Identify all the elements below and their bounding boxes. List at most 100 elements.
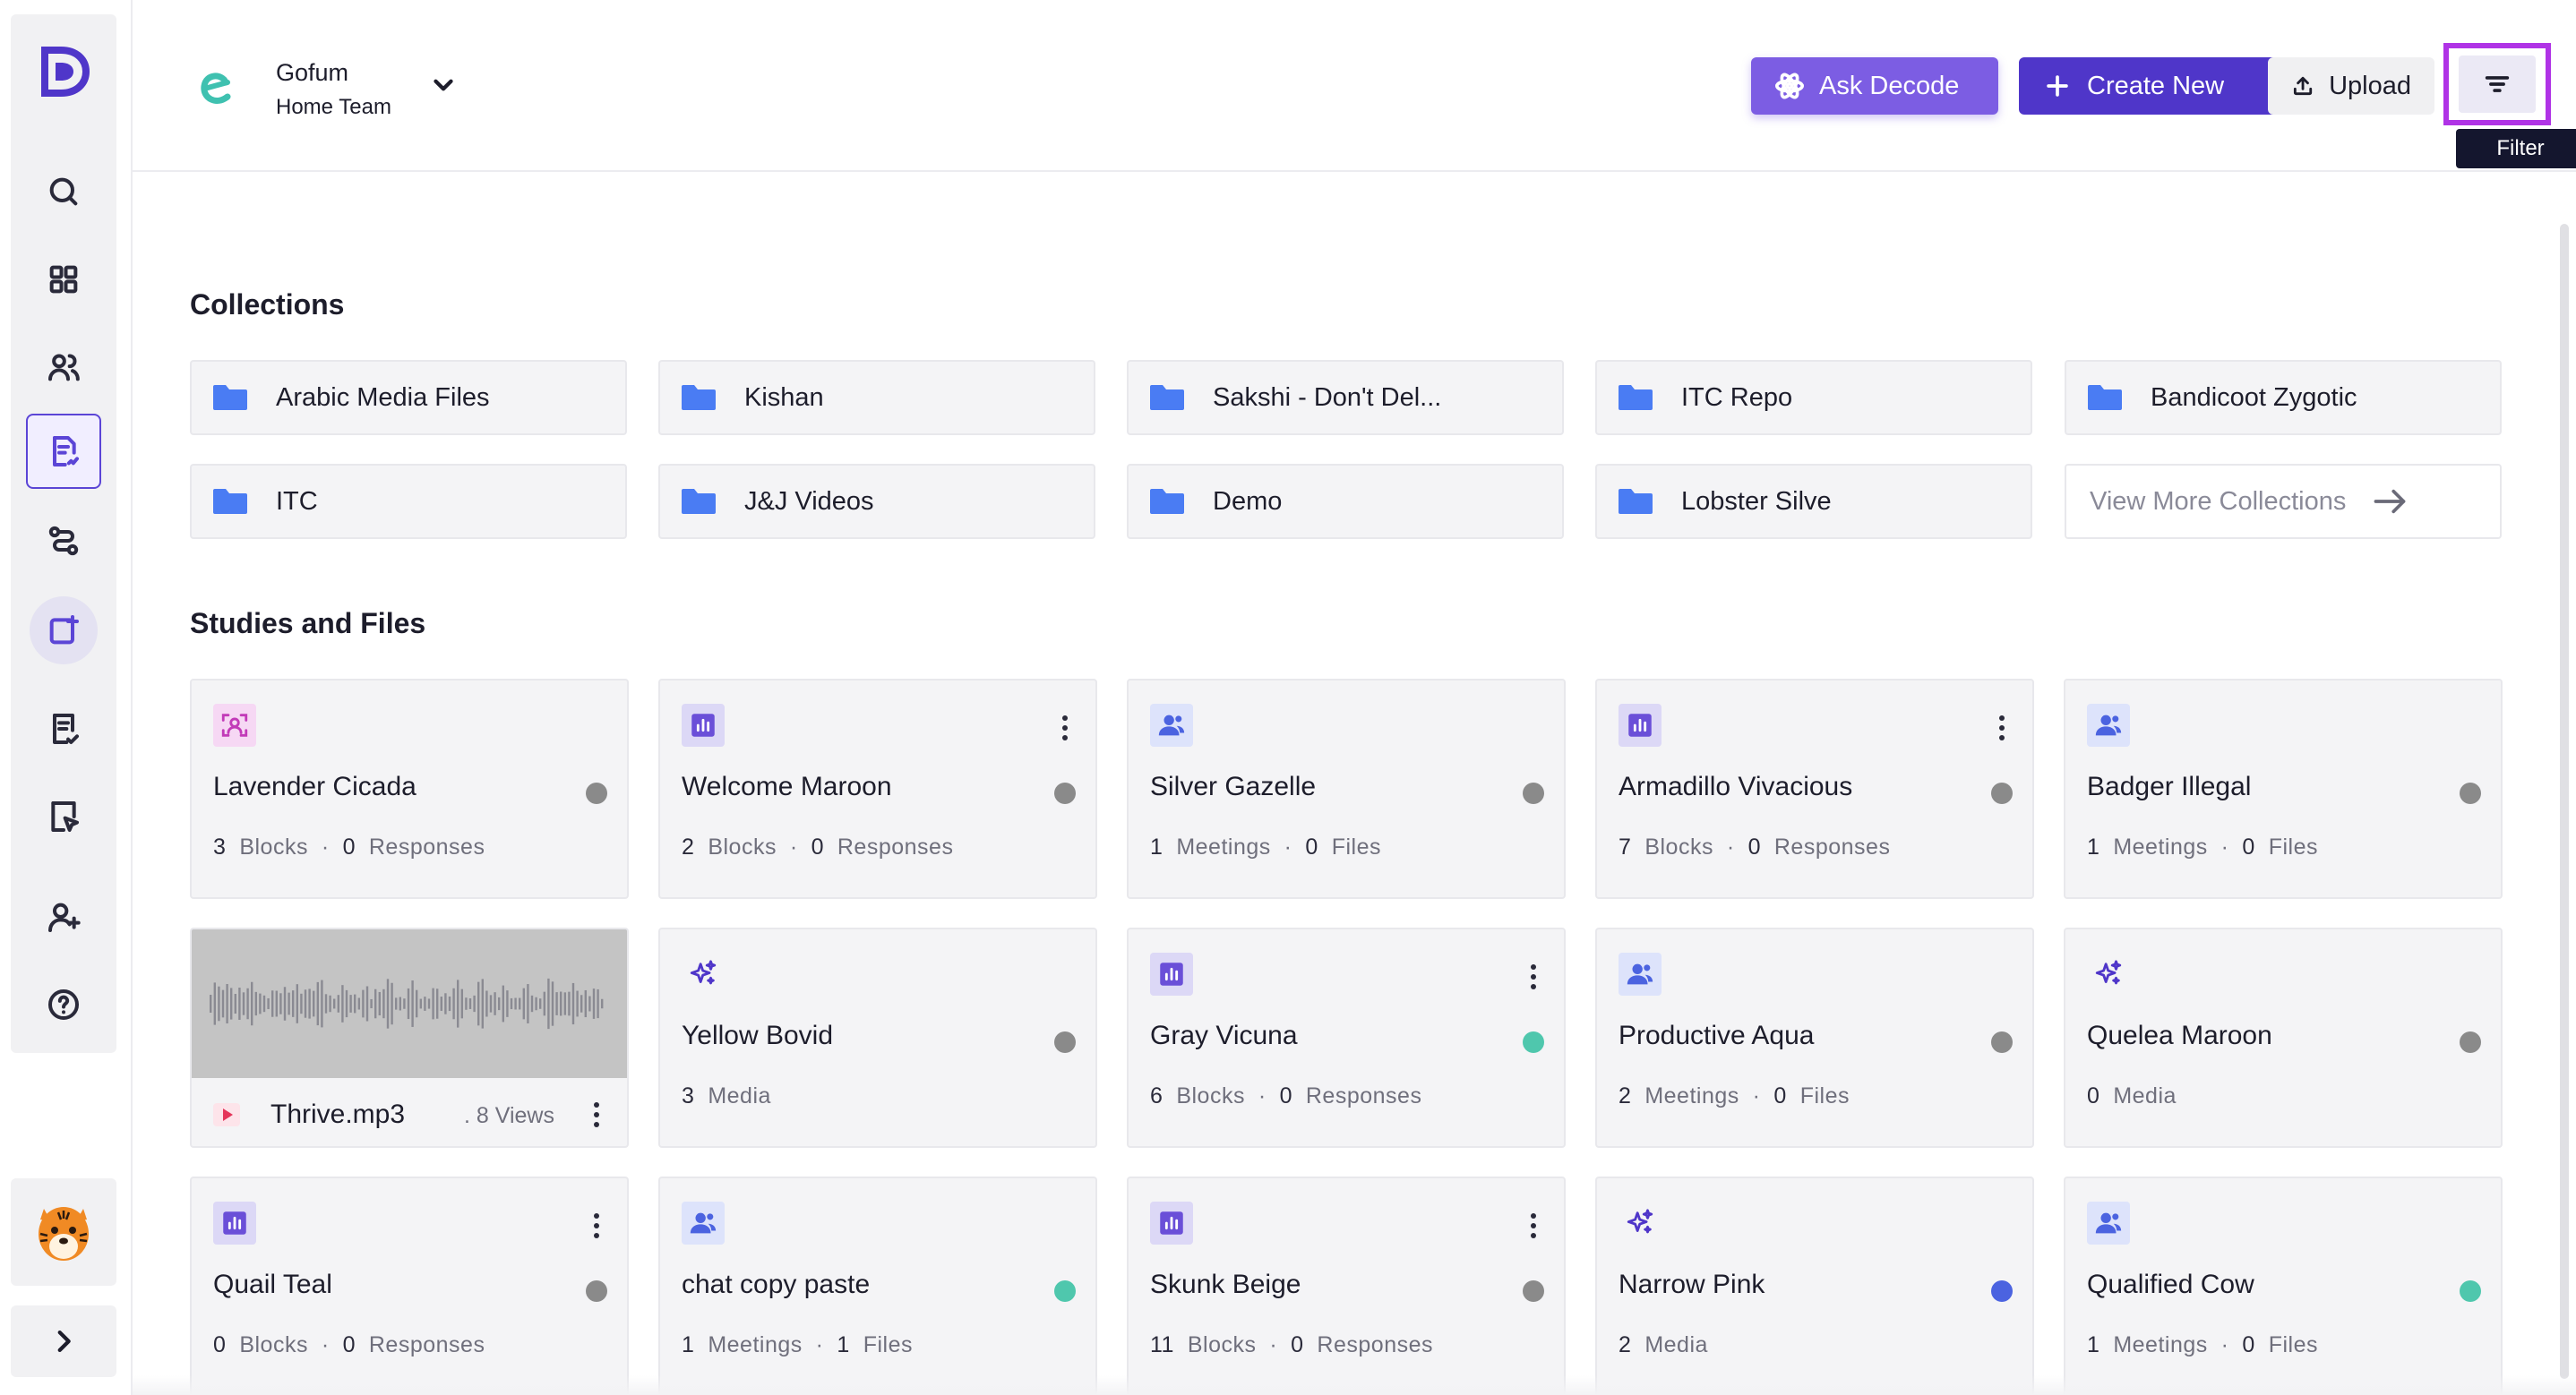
meeting-icon	[2087, 704, 2130, 747]
study-card[interactable]: Yellow Bovid 3 Media	[658, 928, 1097, 1148]
team-logo-icon	[201, 73, 231, 104]
status-dot	[1054, 1031, 1076, 1053]
study-card[interactable]: Silver Gazelle 1 Meetings · 0 Files	[1127, 679, 1566, 899]
survey-chart-icon	[1150, 1202, 1193, 1245]
ai-sparkle-icon	[682, 953, 725, 996]
nav-add-user-icon[interactable]	[26, 879, 101, 954]
nav-grid-icon[interactable]	[26, 242, 101, 317]
collection-label: ITC	[276, 486, 318, 516]
study-meta: 3 Media	[682, 1083, 771, 1108]
study-card[interactable]: Armadillo Vivacious 7 Blocks · 0 Response…	[1595, 679, 2034, 899]
folder-icon	[213, 385, 247, 410]
study-title: Silver Gazelle	[1150, 772, 1317, 801]
audio-waveform-thumbnail[interactable]	[192, 929, 627, 1078]
survey-chart-icon	[1619, 704, 1662, 747]
expand-sidebar-button[interactable]	[11, 1305, 116, 1377]
folder-icon	[682, 489, 716, 514]
team-subtitle[interactable]: Home Team	[276, 95, 391, 120]
collection-label: J&J Videos	[744, 486, 874, 516]
study-card[interactable]: Productive Aqua 2 Meetings · 0 Files	[1595, 928, 2034, 1148]
study-card[interactable]: Qualified Cow 1 Meetings · 0 Files	[2064, 1177, 2503, 1395]
status-dot	[1991, 783, 2013, 804]
meeting-icon	[2087, 1202, 2130, 1245]
more-options-icon[interactable]	[1530, 1212, 1537, 1239]
plus-icon	[2047, 75, 2068, 97]
study-card[interactable]: Lavender Cicada 3 Blocks · 0 Responses	[190, 679, 629, 899]
more-options-icon[interactable]	[1530, 963, 1537, 990]
media-views: . 8 Views	[464, 1103, 554, 1128]
interview-icon	[213, 704, 256, 747]
collection-item[interactable]: ITC	[190, 464, 627, 539]
collection-item[interactable]: J&J Videos	[658, 464, 1095, 539]
nav-search-icon[interactable]	[26, 154, 101, 229]
study-meta: 2 Meetings · 0 Files	[1619, 1083, 1850, 1108]
study-meta: 2 Blocks · 0 Responses	[682, 834, 954, 860]
collection-label: Demo	[1213, 486, 1283, 516]
status-dot	[1054, 783, 1076, 804]
study-meta: 0 Media	[2087, 1083, 2177, 1108]
more-options-icon[interactable]	[593, 1101, 600, 1128]
study-meta: 6 Blocks · 0 Responses	[1150, 1083, 1422, 1108]
upload-button[interactable]: Upload	[2268, 57, 2434, 115]
study-card[interactable]: Gray Vicuna 6 Blocks · 0 Responses	[1127, 928, 1566, 1148]
filter-button[interactable]	[2443, 43, 2551, 125]
sidebar	[11, 14, 116, 1053]
study-card[interactable]: Badger Illegal 1 Meetings · 0 Files	[2064, 679, 2503, 899]
more-options-icon[interactable]	[1061, 715, 1069, 741]
filter-tooltip: Filter	[2456, 129, 2576, 168]
study-meta: 0 Blocks · 0 Responses	[213, 1332, 485, 1357]
view-more-collections-link[interactable]: View More Collections	[2065, 464, 2502, 539]
study-card[interactable]: Quelea Maroon 0 Media	[2064, 928, 2503, 1148]
folder-icon	[1150, 385, 1184, 410]
nav-forms-icon[interactable]	[26, 779, 101, 854]
study-title: Skunk Beige	[1150, 1270, 1301, 1299]
more-options-icon[interactable]	[593, 1212, 600, 1239]
nav-add-doc-icon[interactable]	[30, 596, 98, 664]
collection-item[interactable]: Arabic Media Files	[190, 360, 627, 435]
nav-studies-icon[interactable]	[26, 414, 101, 489]
status-dot	[1991, 1280, 2013, 1302]
decode-logo[interactable]	[36, 45, 91, 98]
media-file-card[interactable]: Thrive.mp3 . 8 Views	[190, 928, 629, 1148]
study-card[interactable]: chat copy paste 1 Meetings · 1 Files	[658, 1177, 1097, 1395]
tiger-avatar-icon	[39, 1207, 89, 1261]
status-dot	[2460, 1031, 2481, 1053]
folder-icon	[2088, 385, 2122, 410]
meeting-icon	[1150, 704, 1193, 747]
study-card[interactable]: Skunk Beige 11 Blocks · 0 Responses	[1127, 1177, 1566, 1395]
more-options-icon[interactable]	[1998, 715, 2005, 741]
folder-icon	[1150, 489, 1184, 514]
study-title: Qualified Cow	[2087, 1270, 2254, 1299]
upload-label: Upload	[2329, 71, 2411, 100]
nav-users-icon[interactable]	[26, 329, 101, 405]
ask-decode-button[interactable]: Ask Decode	[1751, 57, 1998, 115]
nav-checklist-icon[interactable]	[26, 691, 101, 766]
collection-item[interactable]: Demo	[1127, 464, 1564, 539]
study-title: Armadillo Vivacious	[1619, 772, 1853, 801]
user-avatar[interactable]	[11, 1178, 116, 1286]
collection-item[interactable]: ITC Repo	[1595, 360, 2032, 435]
vertical-scrollbar[interactable]	[2560, 224, 2569, 1379]
folder-icon	[213, 489, 247, 514]
study-meta: 11 Blocks · 0 Responses	[1150, 1332, 1433, 1357]
collection-item[interactable]: Bandicoot Zygotic	[2065, 360, 2502, 435]
survey-chart-icon	[1150, 953, 1193, 996]
team-dropdown-chevron-icon[interactable]	[428, 70, 459, 100]
team-name[interactable]: Gofum	[276, 59, 348, 87]
play-icon[interactable]	[213, 1103, 240, 1126]
folder-icon	[1619, 489, 1653, 514]
collection-label: Kishan	[744, 382, 824, 412]
meeting-icon	[1619, 953, 1662, 996]
collection-item[interactable]: Lobster Silve	[1595, 464, 2032, 539]
bottom-fade	[133, 1375, 2576, 1395]
study-card[interactable]: Quail Teal 0 Blocks · 0 Responses	[190, 1177, 629, 1395]
study-card[interactable]: Narrow Pink 2 Media	[1595, 1177, 2034, 1395]
ai-sparkle-icon	[2087, 953, 2130, 996]
create-new-button[interactable]: Create New	[2019, 57, 2291, 115]
collection-item[interactable]: Kishan	[658, 360, 1095, 435]
collection-item[interactable]: Sakshi - Don't Del...	[1127, 360, 1564, 435]
nav-help-icon[interactable]	[26, 967, 101, 1042]
nav-flows-icon[interactable]	[26, 503, 101, 578]
study-title: chat copy paste	[682, 1270, 871, 1299]
study-card[interactable]: Welcome Maroon 2 Blocks · 0 Responses	[658, 679, 1097, 899]
